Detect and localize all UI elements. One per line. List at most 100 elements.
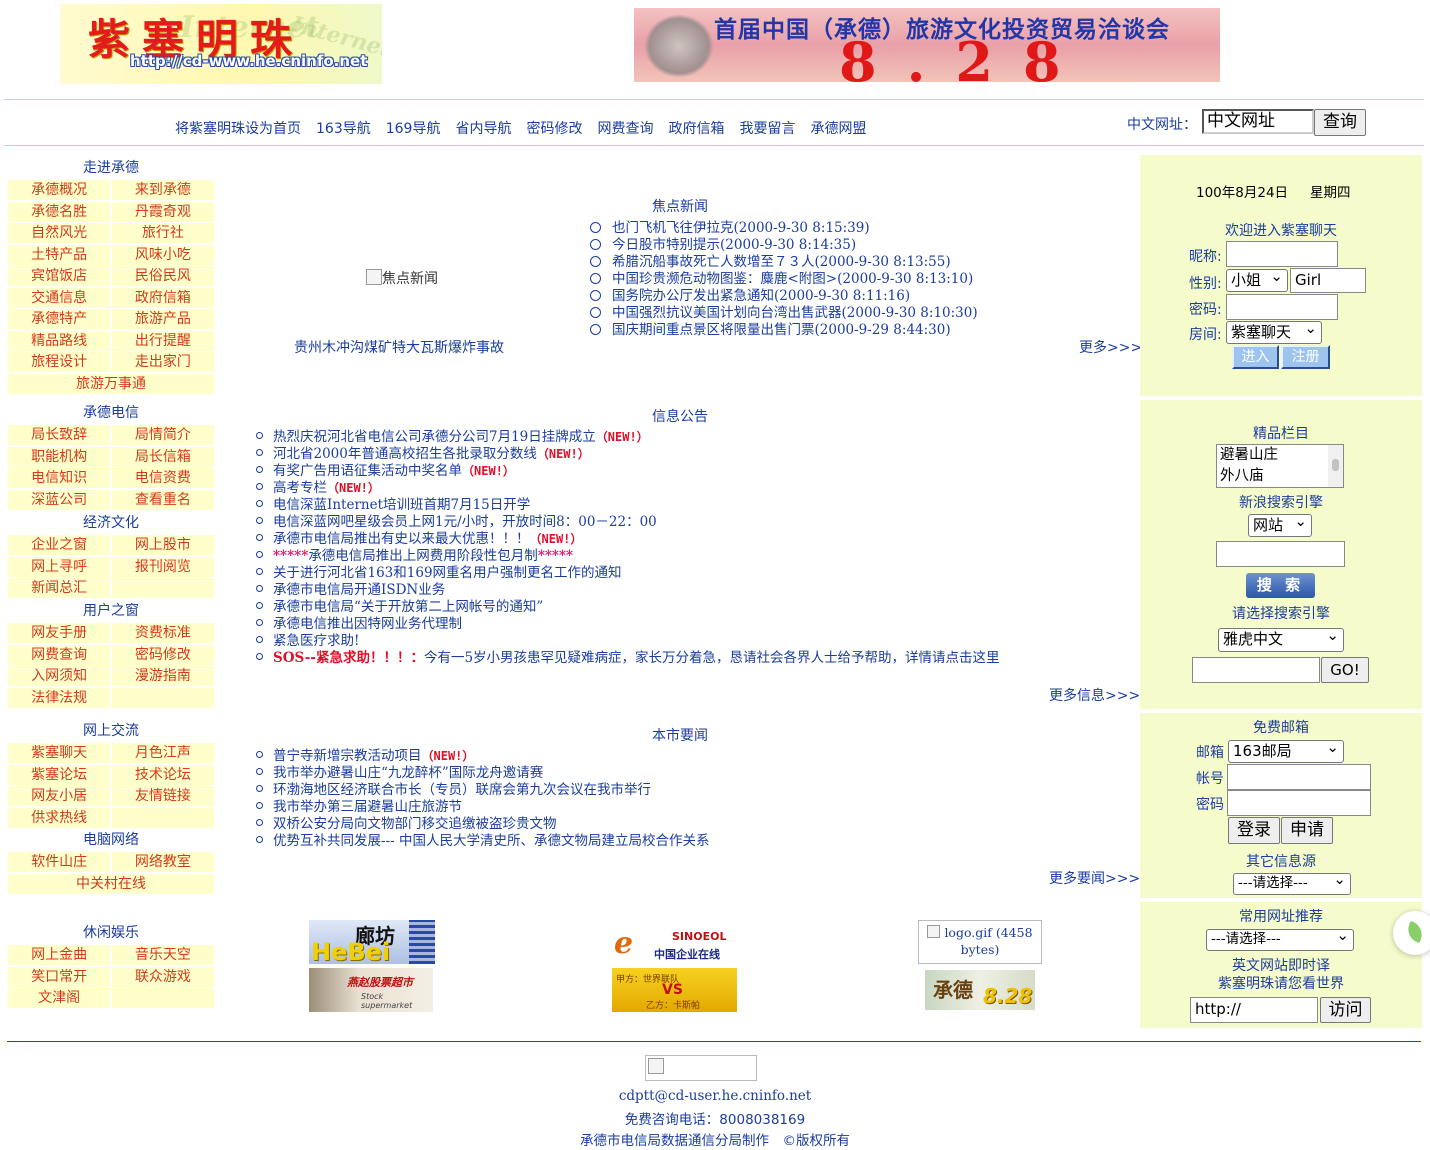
menu-item[interactable]: 网费查询	[8, 644, 111, 665]
focus-news-item[interactable]: 也门飞机飞往伊拉克(2000-9-30 8:15:39)	[590, 220, 978, 237]
menu-item[interactable]: 旅行社	[111, 223, 214, 243]
hebei-ad[interactable]: 廊坊 HeBei	[309, 920, 435, 964]
menu-item[interactable]: 法律法规	[8, 687, 111, 708]
chinese-url-input[interactable]: 中文网址	[1202, 109, 1314, 134]
city-news-item[interactable]: 双桥公安分局向文物部门移交追缴被盗珍贵文物	[256, 816, 709, 833]
menu-item[interactable]: 局情简介	[111, 425, 214, 445]
menu-item[interactable]: 网上寻呼	[8, 556, 111, 577]
city-news-item[interactable]: 普宁寺新增宗教活动项目（NEW!）	[256, 748, 709, 765]
info-item[interactable]: 承德电信推出因特网业务代理制	[256, 616, 1000, 633]
focus-news-caption[interactable]: 贵州木冲沟煤矿特大瓦斯爆炸事故	[294, 337, 504, 357]
menu-item[interactable]: 宾馆饭店	[8, 266, 111, 286]
menu-item[interactable]: 友情链接	[111, 786, 214, 806]
site-logo[interactable]: Internet Internet 紫塞明珠 http://cd-www.he.…	[60, 4, 382, 84]
focus-news-item[interactable]: 今日股市特别提示(2000-9-30 8:14:35)	[590, 237, 978, 254]
featured-item[interactable]: 外八庙	[1217, 466, 1343, 487]
menu-item[interactable]: 供求热线	[8, 807, 111, 828]
nav-link[interactable]: 169导航	[386, 121, 441, 137]
menu-item[interactable]: 入网须知	[8, 666, 111, 686]
menu-item[interactable]: 深蓝公司	[8, 489, 111, 510]
menu-item[interactable]: 电信知识	[8, 468, 111, 488]
menu-item[interactable]: 报刊阅览	[111, 556, 214, 577]
featured-item[interactable]: 避暑山庄	[1217, 445, 1343, 466]
menu-item[interactable]: 民俗民风	[111, 266, 214, 286]
chess-ad[interactable]: 甲方：世界联队 VS 乙方：卡斯帕	[612, 968, 737, 1012]
menu-item[interactable]: 软件山庄	[8, 852, 111, 872]
menu-item[interactable]: 电信资费	[111, 468, 214, 488]
links-select[interactable]: ---请选择---	[1206, 926, 1354, 951]
menu-item[interactable]: 密码修改	[111, 644, 214, 665]
mail-login-button[interactable]: 登录	[1228, 817, 1280, 844]
engine-search-input[interactable]	[1192, 657, 1320, 683]
menu-item[interactable]: 网络教室	[111, 852, 214, 872]
menu-item[interactable]: 精品路线	[8, 330, 111, 351]
sina-select[interactable]: 网站	[1248, 511, 1312, 537]
focus-news-item[interactable]: 中国强烈抗议美国计划向台湾出售武器(2000-9-30 8:10:30)	[590, 305, 978, 322]
chat-password-input[interactable]	[1226, 294, 1338, 320]
menu-item[interactable]: 土特产品	[8, 244, 111, 265]
gender-select[interactable]: 小姐	[1226, 266, 1288, 292]
info-item[interactable]: 高考专栏（NEW!）	[256, 480, 1000, 497]
sinoeol-ad[interactable]: e SINOEOL 中国企业在线	[612, 924, 736, 962]
menu-item[interactable]: 职能机构	[8, 446, 111, 467]
menu-item[interactable]: 笑口常开	[8, 966, 111, 987]
info-item[interactable]: 承德市电信局推出有史以来最大优惠！！！（NEW!）	[256, 531, 1000, 548]
menu-item[interactable]: 紫塞论坛	[8, 764, 111, 785]
chat-enter-button[interactable]: 进入	[1232, 345, 1279, 369]
nav-link[interactable]: 163导航	[316, 121, 371, 137]
menu-item[interactable]: 承德概况	[8, 180, 111, 200]
nav-link[interactable]: 我要留言	[739, 121, 795, 137]
translate-url-input[interactable]: http://	[1190, 997, 1318, 1023]
menu-item[interactable]: 企业之窗	[8, 535, 111, 555]
nav-link[interactable]: 承德网盟	[810, 121, 866, 137]
chat-register-button[interactable]: 注册	[1281, 345, 1330, 369]
menu-item[interactable]: 技术论坛	[111, 764, 214, 785]
menu-item[interactable]: 紫塞聊天	[8, 743, 111, 763]
info-item[interactable]: 紧急医疗求助!	[256, 633, 1000, 650]
sina-search-button[interactable]: 搜 索	[1246, 573, 1315, 598]
menu-item[interactable]: 来到承德	[111, 180, 214, 200]
menu-item[interactable]: 联众游戏	[111, 966, 214, 987]
room-select[interactable]: 紫塞聊天	[1226, 318, 1322, 344]
nav-link[interactable]: 将紫塞明珠设为首页	[175, 121, 301, 137]
city-news-item[interactable]: 我市举办第三届避暑山庄旅游节	[256, 799, 709, 816]
menu-item[interactable]: 风味小吃	[111, 244, 214, 265]
logo-gif-placeholder[interactable]: logo.gif (4458 bytes)	[918, 920, 1042, 964]
city-news-item[interactable]: 我市举办避暑山庄“九龙醉杯”国际龙舟邀请赛	[256, 765, 709, 782]
nav-link[interactable]: 网费查询	[597, 121, 653, 137]
city-news-more[interactable]: 更多要闻>>>	[1049, 868, 1140, 888]
menu-item[interactable]: 局长致辞	[8, 425, 111, 445]
info-item[interactable]: 热烈庆祝河北省电信公司承德分公司7月19日挂牌成立（NEW!）	[256, 429, 1000, 446]
menu-item[interactable]: 走出家门	[111, 352, 214, 372]
menu-item[interactable]: 月色江声	[111, 743, 214, 763]
stock-ad[interactable]: 燕赵股票超市 Stock supermarket	[309, 968, 433, 1012]
menu-item[interactable]: 交通信息	[8, 287, 111, 308]
nav-link[interactable]: 密码修改	[526, 121, 582, 137]
gender-text-input[interactable]: Girl	[1290, 268, 1366, 293]
nickname-input[interactable]	[1226, 241, 1338, 267]
menu-item[interactable]: 新闻总汇	[8, 578, 111, 598]
menu-item[interactable]: 旅程设计	[8, 352, 111, 372]
menu-item[interactable]: 承德名胜	[8, 201, 111, 222]
city-news-item[interactable]: 优势互补共同发展--- 中国人民大学清史所、承德文物局建立局校合作关系	[256, 833, 709, 850]
menu-item[interactable]: 局长信箱	[111, 446, 214, 467]
info-item[interactable]: 有奖广告用语征集活动中奖名单（NEW!）	[256, 463, 1000, 480]
go-button[interactable]: GO!	[1321, 657, 1369, 683]
menu-item[interactable]: 丹霞奇观	[111, 201, 214, 222]
nav-link[interactable]: 省内导航	[455, 121, 511, 137]
menu-item[interactable]: 中关村在线	[8, 873, 214, 894]
engine-select[interactable]: 雅虎中文	[1218, 625, 1344, 652]
menu-item[interactable]: 网友手册	[8, 623, 111, 643]
info-item[interactable]: 承德市电信局开通ISDN业务	[256, 582, 1000, 599]
footer-email[interactable]: cdptt@cd-user.he.cninfo.net	[0, 1088, 1430, 1104]
info-item[interactable]: 电信深蓝Internet培训班首期7月15日开学	[256, 497, 1000, 514]
info-item[interactable]: 承德市电信局“关于开放第二上网帐号的通知”	[256, 599, 1000, 616]
menu-item[interactable]: 网上金曲	[8, 945, 111, 965]
account-input[interactable]	[1227, 764, 1371, 790]
menu-item[interactable]: 政府信箱	[111, 287, 214, 308]
menu-item[interactable]: 自然风光	[8, 223, 111, 243]
focus-news-item[interactable]: 中国珍贵濒危动物图鉴：麋鹿<附图>(2000-9-30 8:13:10)	[590, 271, 978, 288]
query-button[interactable]: 查询	[1314, 109, 1366, 136]
mail-apply-button[interactable]: 申请	[1281, 817, 1333, 844]
top-banner-ad[interactable]: 首届中国（承德）旅游文化投资贸易洽谈会 8.28	[634, 8, 1220, 82]
